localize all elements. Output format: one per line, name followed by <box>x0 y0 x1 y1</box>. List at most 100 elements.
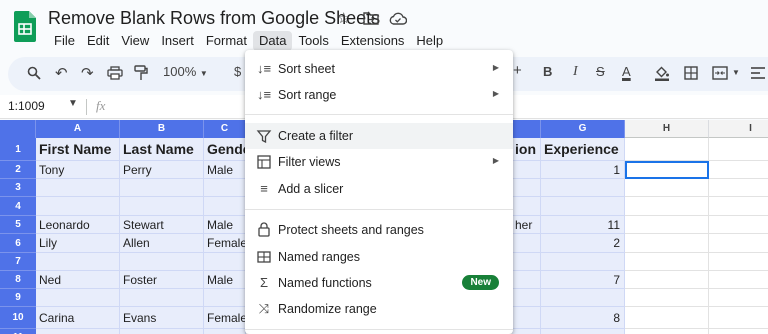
cell-c1[interactable]: Gende <box>204 138 246 161</box>
cell-f1[interactable]: ion <box>512 138 541 161</box>
row-header-9[interactable]: 9 <box>0 289 36 307</box>
paint-format-icon[interactable] <box>134 65 148 81</box>
column-header-i[interactable]: I <box>709 120 768 138</box>
cell-b7[interactable] <box>120 253 204 271</box>
row-header-3[interactable]: 3 <box>0 179 36 197</box>
column-header-c[interactable]: C <box>204 120 246 138</box>
borders-icon[interactable] <box>684 66 698 80</box>
cell-c10[interactable]: Female <box>204 307 246 329</box>
cell-h5[interactable] <box>625 216 709 234</box>
cell-i1[interactable] <box>709 138 768 161</box>
column-header-f[interactable] <box>512 120 541 138</box>
move-folder-icon[interactable] <box>363 12 379 25</box>
row-header-1[interactable]: 1 <box>0 138 36 161</box>
cell-i6[interactable] <box>709 234 768 253</box>
cell-h9[interactable] <box>625 289 709 307</box>
menu-data[interactable]: Data <box>253 31 293 51</box>
name-box-chevron-down-icon[interactable]: ▼ <box>68 98 78 109</box>
cell-g7[interactable] <box>541 253 625 271</box>
fill-color-icon[interactable] <box>654 65 670 81</box>
selected-cell-h9[interactable] <box>625 161 709 179</box>
cell-h6[interactable] <box>625 234 709 253</box>
cell-a6[interactable]: Lily <box>36 234 120 253</box>
italic-icon[interactable]: I <box>573 64 578 80</box>
cell-g6[interactable]: 2 <box>541 234 625 253</box>
cell-b11[interactable] <box>120 329 204 334</box>
merge-cells-icon[interactable] <box>712 66 728 80</box>
cell-g1[interactable]: Experience <box>541 138 625 161</box>
cell-h7[interactable] <box>625 253 709 271</box>
format-currency-button[interactable]: $ <box>234 64 241 79</box>
cell-f11[interactable] <box>512 329 541 334</box>
cell-g9[interactable] <box>541 289 625 307</box>
cloud-status-icon[interactable] <box>389 12 407 25</box>
cell-i10[interactable] <box>709 307 768 329</box>
menu-item-named-functions[interactable]: Σ Named functions New <box>245 270 513 296</box>
cell-g3[interactable] <box>541 179 625 197</box>
menu-item-sort-sheet[interactable]: ↓≡ Sort sheet ▶ <box>245 56 513 82</box>
cell-a7[interactable] <box>36 253 120 271</box>
cell-i11[interactable] <box>709 329 768 334</box>
menu-item-create-filter[interactable]: Create a filter <box>245 123 513 149</box>
row-header-7[interactable]: 7 <box>0 253 36 271</box>
row-header-6[interactable]: 6 <box>0 234 36 253</box>
cell-b9[interactable] <box>120 289 204 307</box>
cell-f2[interactable] <box>512 161 541 179</box>
cell-a10[interactable]: Carina <box>36 307 120 329</box>
cell-g8[interactable]: 7 <box>541 271 625 289</box>
cell-i9[interactable] <box>709 289 768 307</box>
horizontal-align-icon[interactable] <box>750 66 766 80</box>
cell-a8[interactable]: Ned <box>36 271 120 289</box>
cell-h10[interactable] <box>625 307 709 329</box>
column-header-a[interactable]: A <box>36 120 120 138</box>
text-color-icon[interactable]: A <box>622 64 631 79</box>
menu-item-add-slicer[interactable]: ≡ Add a slicer <box>245 176 513 202</box>
cell-b2[interactable]: Perry <box>120 161 204 179</box>
cell-g5[interactable]: 11 <box>541 216 625 234</box>
cell-a3[interactable] <box>36 179 120 197</box>
document-title[interactable]: Remove Blank Rows from Google Sheets <box>48 8 380 29</box>
menu-extensions[interactable]: Extensions <box>335 31 411 51</box>
cell-i7[interactable] <box>709 253 768 271</box>
cell-g11[interactable] <box>541 329 625 334</box>
cell-c6[interactable]: Female <box>204 234 246 253</box>
cell-c9[interactable] <box>204 289 246 307</box>
cell-f8[interactable] <box>512 271 541 289</box>
cell-a2[interactable]: Tony <box>36 161 120 179</box>
menu-view[interactable]: View <box>115 31 155 51</box>
cell-f5[interactable]: her <box>512 216 541 234</box>
menu-tools[interactable]: Tools <box>292 31 334 51</box>
cell-f9[interactable] <box>512 289 541 307</box>
cell-b1[interactable]: Last Name <box>120 138 204 161</box>
cell-h1[interactable] <box>625 138 709 161</box>
cell-a4[interactable] <box>36 197 120 216</box>
print-icon[interactable] <box>107 66 123 80</box>
cell-a1[interactable]: First Name <box>36 138 120 161</box>
cell-a11[interactable] <box>36 329 120 334</box>
cell-i8[interactable] <box>709 271 768 289</box>
star-icon[interactable]: ☆ <box>337 9 350 27</box>
cell-b3[interactable] <box>120 179 204 197</box>
cell-a9[interactable] <box>36 289 120 307</box>
name-box[interactable]: 1:1009 <box>8 99 45 113</box>
menu-item-sort-range[interactable]: ↓≡ Sort range ▶ <box>245 82 513 108</box>
menu-item-named-ranges[interactable]: Named ranges <box>245 244 513 270</box>
cell-c8[interactable]: Male <box>204 271 246 289</box>
cell-b10[interactable]: Evans <box>120 307 204 329</box>
cell-g4[interactable] <box>541 197 625 216</box>
zoom-select[interactable]: 100% ▼ <box>163 64 208 79</box>
increase-font-size-icon[interactable]: + <box>513 62 522 79</box>
cell-g10[interactable]: 8 <box>541 307 625 329</box>
row-header-11[interactable]: 11 <box>0 329 36 334</box>
menu-insert[interactable]: Insert <box>155 31 200 51</box>
row-header-4[interactable]: 4 <box>0 197 36 216</box>
cell-a5[interactable]: Leonardo <box>36 216 120 234</box>
menu-help[interactable]: Help <box>410 31 449 51</box>
select-all-corner[interactable] <box>0 120 36 138</box>
cell-f3[interactable] <box>512 179 541 197</box>
row-header-10[interactable]: 10 <box>0 307 36 329</box>
cell-h8[interactable] <box>625 271 709 289</box>
menu-item-protect-sheets[interactable]: Protect sheets and ranges <box>245 217 513 243</box>
cell-f6[interactable] <box>512 234 541 253</box>
redo-icon[interactable]: ↷ <box>81 64 94 82</box>
